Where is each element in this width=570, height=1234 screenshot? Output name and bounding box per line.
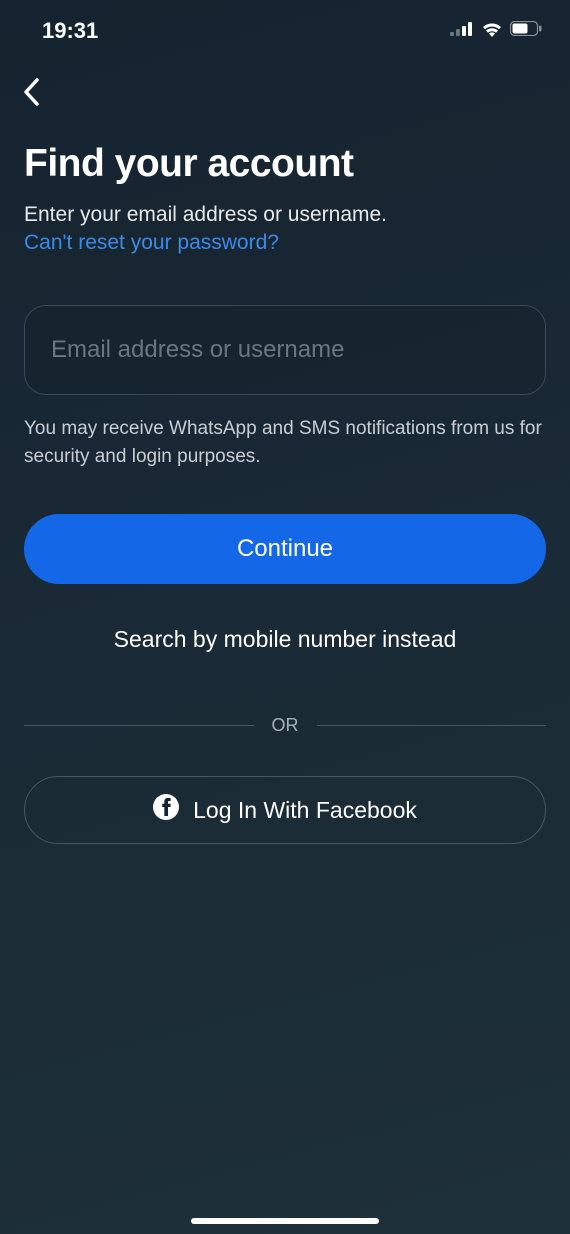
divider-line-right [317,725,547,726]
back-button[interactable] [22,74,62,114]
divider: OR [24,715,546,736]
facebook-icon [153,794,179,826]
status-indicators [450,21,542,42]
divider-text: OR [272,715,299,736]
continue-button[interactable]: Continue [24,514,546,584]
battery-icon [510,21,542,41]
facebook-login-label: Log In With Facebook [193,797,417,824]
notification-notice: You may receive WhatsApp and SMS notific… [24,415,546,470]
wifi-icon [481,21,503,42]
home-indicator[interactable] [191,1218,379,1224]
status-time: 19:31 [42,18,98,44]
email-username-input[interactable] [24,305,546,395]
facebook-login-button[interactable]: Log In With Facebook [24,776,546,844]
search-by-mobile-link[interactable]: Search by mobile number instead [24,626,546,653]
status-bar: 19:31 [0,0,570,54]
divider-line-left [24,725,254,726]
main-content: Find your account Enter your email addre… [0,114,570,844]
nav-bar [0,54,570,114]
cellular-icon [450,22,474,41]
reset-password-link[interactable]: Can't reset your password? [24,231,546,255]
page-subtitle: Enter your email address or username. [24,200,546,229]
chevron-left-icon [22,77,40,112]
page-title: Find your account [24,142,546,186]
